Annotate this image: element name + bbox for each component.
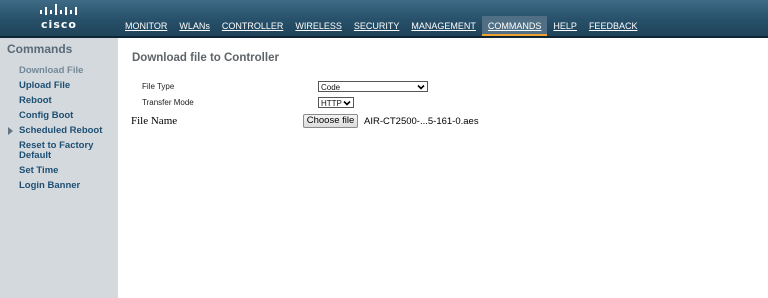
content-area: Download file to Controller File Type Co… bbox=[118, 38, 768, 298]
sidebar-item-download-file[interactable]: Download File bbox=[19, 66, 115, 76]
transfer-mode-value: HTTP bbox=[321, 99, 342, 108]
top-banner: cisco MONITOR WLANs CONTROLLER WIRELESS … bbox=[0, 0, 768, 38]
file-name-label: File Name bbox=[131, 115, 178, 127]
sidebar-item-reboot[interactable]: Reboot bbox=[19, 96, 115, 106]
main-nav: MONITOR WLANs CONTROLLER WIRELESS SECURI… bbox=[119, 16, 643, 36]
chevron-down-icon bbox=[417, 84, 425, 90]
expand-arrow-icon[interactable] bbox=[8, 127, 13, 135]
nav-wlans[interactable]: WLANs bbox=[173, 16, 216, 36]
choose-file-button[interactable]: Choose file bbox=[303, 114, 358, 128]
sidebar-title: Commands bbox=[7, 42, 73, 56]
sidebar-item-set-time[interactable]: Set Time bbox=[19, 166, 115, 176]
file-type-select[interactable]: Code bbox=[318, 81, 428, 92]
nav-commands[interactable]: COMMANDS bbox=[481, 16, 548, 36]
transfer-mode-label: Transfer Mode bbox=[142, 98, 194, 107]
sidebar: Commands Download File Upload File Reboo… bbox=[0, 38, 118, 298]
sidebar-menu: Download File Upload File Reboot Config … bbox=[8, 66, 115, 196]
sidebar-item-upload-file[interactable]: Upload File bbox=[19, 81, 115, 91]
nav-management[interactable]: MANAGEMENT bbox=[405, 16, 482, 36]
file-type-label: File Type bbox=[142, 82, 175, 91]
chosen-file-name: AIR-CT2500-...5-161-0.aes bbox=[364, 116, 479, 127]
sidebar-item-login-banner[interactable]: Login Banner bbox=[19, 181, 115, 191]
nav-security[interactable]: SECURITY bbox=[348, 16, 406, 36]
sidebar-item-scheduled-reboot[interactable]: Scheduled Reboot bbox=[8, 125, 115, 136]
nav-monitor[interactable]: MONITOR bbox=[119, 16, 173, 36]
nav-controller[interactable]: CONTROLLER bbox=[216, 16, 290, 36]
cisco-logo: cisco bbox=[36, 4, 82, 34]
sidebar-item-config-boot[interactable]: Config Boot bbox=[19, 111, 115, 121]
sidebar-item-label: Scheduled Reboot bbox=[19, 125, 103, 136]
transfer-mode-select[interactable]: HTTP bbox=[318, 97, 354, 108]
nav-wireless[interactable]: WIRELESS bbox=[289, 16, 348, 36]
chevron-down-icon bbox=[343, 100, 351, 106]
page-title: Download file to Controller bbox=[132, 52, 279, 64]
file-type-value: Code bbox=[321, 83, 341, 92]
logo-wordmark: cisco bbox=[41, 18, 77, 31]
nav-feedback[interactable]: FEEDBACK bbox=[583, 16, 644, 36]
sidebar-item-reset-to-factory-default[interactable]: Reset to Factory Default bbox=[19, 141, 115, 161]
nav-help[interactable]: HELP bbox=[547, 16, 583, 36]
